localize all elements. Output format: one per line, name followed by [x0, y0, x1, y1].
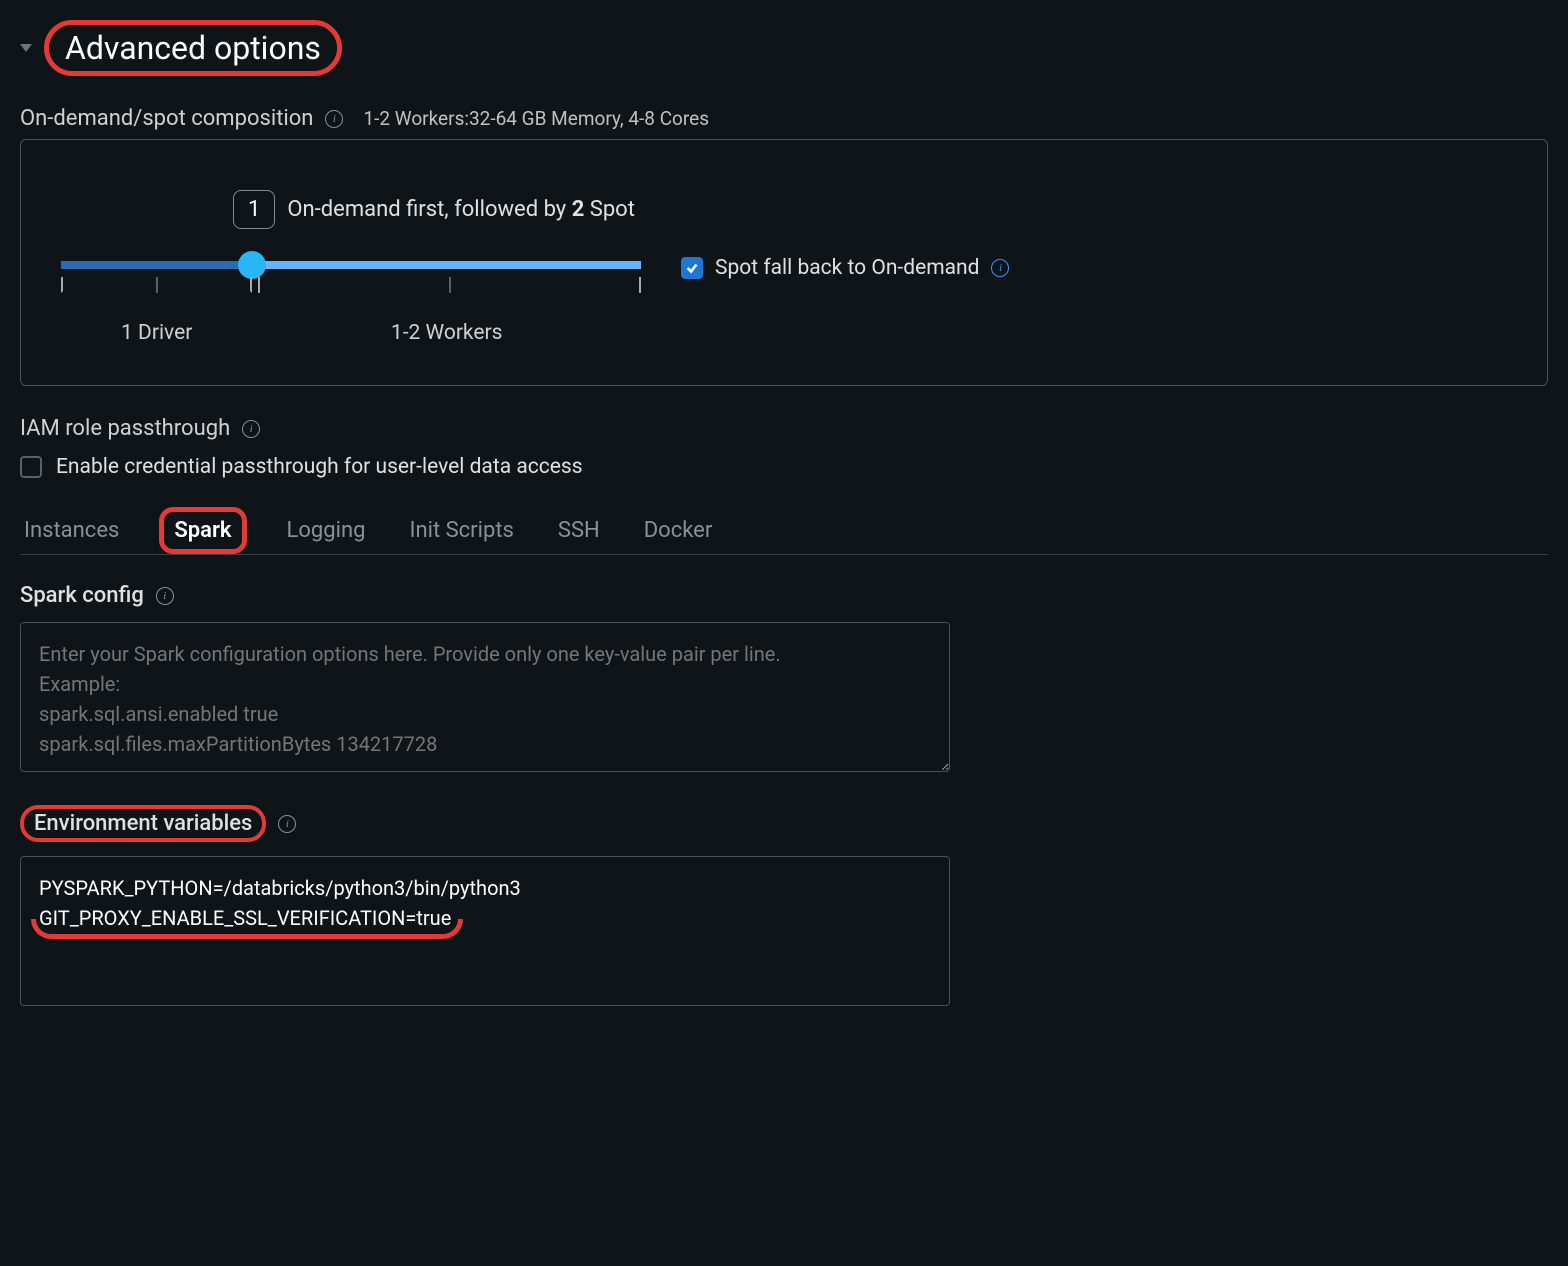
- info-icon[interactable]: i: [325, 110, 343, 128]
- spot-fallback-checkbox[interactable]: [681, 257, 703, 279]
- chevron-down-icon: [20, 44, 32, 52]
- spot-fallback-label: Spot fall back to On-demand: [715, 256, 979, 280]
- composition-label: On-demand/spot composition: [20, 106, 313, 131]
- info-icon[interactable]: i: [278, 815, 296, 833]
- info-icon[interactable]: i: [156, 587, 174, 605]
- env-var-line: GIT_PROXY_ENABLE_SSL_VERIFICATION=true: [39, 906, 451, 930]
- spark-config-section: Spark config i: [20, 583, 1548, 777]
- env-var-line: PYSPARK_PYTHON=/databricks/python3/bin/p…: [39, 873, 931, 903]
- advanced-options-title: Advanced options: [65, 29, 321, 67]
- driver-label: 1 Driver: [61, 321, 252, 345]
- tab-ssh[interactable]: SSH: [554, 508, 604, 553]
- composition-summary: 1-2 Workers:32-64 GB Memory, 4-8 Cores: [363, 107, 709, 130]
- advanced-options-header[interactable]: Advanced options: [20, 20, 342, 76]
- iam-checkbox[interactable]: [20, 456, 42, 478]
- slider-tooltip-text: On-demand first, followed by 2 Spot: [287, 197, 635, 222]
- info-icon[interactable]: i: [991, 259, 1009, 277]
- spark-config-textarea[interactable]: [20, 622, 950, 772]
- iam-checkbox-label: Enable credential passthrough for user-l…: [56, 455, 583, 479]
- spark-config-label: Spark config: [20, 583, 144, 608]
- slider-handle[interactable]: [238, 251, 266, 279]
- env-vars-label: Environment variables: [34, 811, 252, 836]
- info-icon[interactable]: i: [242, 420, 260, 438]
- env-vars-section: Environment variables i PYSPARK_PYTHON=/…: [20, 805, 1548, 1006]
- workers-label: 1-2 Workers: [252, 321, 641, 345]
- iam-section: IAM role passthrough i Enable credential…: [20, 416, 1548, 479]
- composition-slider-area: 1 On-demand first, followed by 2 Spot 1 …: [61, 190, 641, 345]
- slider-tooltip-value: 1: [233, 190, 275, 229]
- iam-label: IAM role passthrough: [20, 416, 230, 441]
- composition-label-row: On-demand/spot composition i 1-2 Workers…: [20, 106, 1548, 131]
- tab-docker[interactable]: Docker: [640, 508, 717, 553]
- composition-box: 1 On-demand first, followed by 2 Spot 1 …: [20, 139, 1548, 386]
- tab-init-scripts[interactable]: Init Scripts: [405, 508, 517, 553]
- tab-spark[interactable]: Spark: [174, 518, 231, 543]
- env-vars-textarea[interactable]: PYSPARK_PYTHON=/databricks/python3/bin/p…: [20, 856, 950, 1006]
- spot-fallback-row: Spot fall back to On-demand i: [681, 256, 1009, 280]
- tab-instances[interactable]: Instances: [20, 508, 123, 553]
- tabs: Instances Spark Logging Init Scripts SSH…: [20, 507, 1548, 555]
- tab-logging[interactable]: Logging: [283, 508, 370, 553]
- composition-slider[interactable]: [61, 259, 641, 271]
